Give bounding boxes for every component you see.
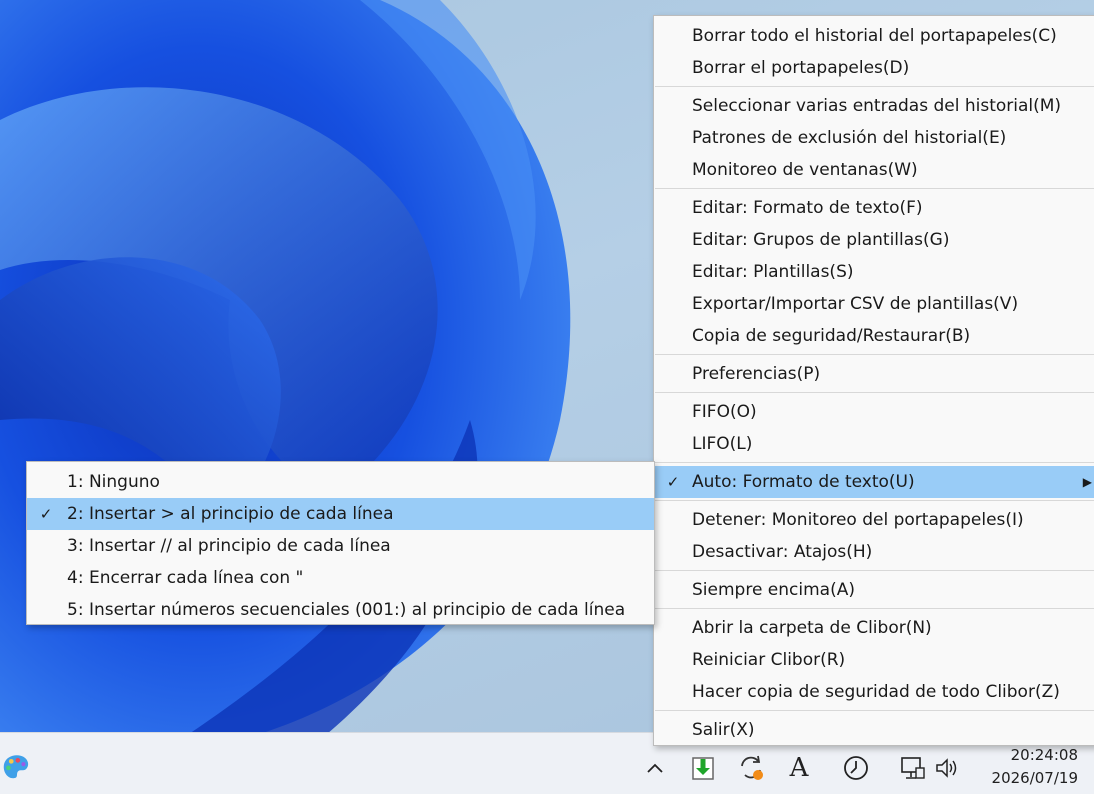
menu-item-label: Borrar el portapapeles(D) [692,58,910,78]
menu-item-label: Exportar/Importar CSV de plantillas(V) [692,294,1019,314]
menu-item-label: Seleccionar varias entradas del historia… [692,96,1062,116]
menu-separator [655,608,1094,609]
submenu-item-2-insertar-al-principio-de-cada-linea[interactable]: ✓ 2: Insertar > al principio de cada líne… [27,498,654,530]
menu-item-copia-de-seguridad-restaurar-b[interactable]: Copia de seguridad/Restaurar(B) [654,320,1094,352]
menu-item-salir-x[interactable]: Salir(X) [654,714,1094,746]
menu-separator [655,462,1094,463]
menu-item-reiniciar-clibor-r[interactable]: Reiniciar Clibor(R) [654,644,1094,676]
clock-date[interactable]: 2026/07/19 [992,769,1078,787]
menu-item-borrar-el-portapapeles-d[interactable]: Borrar el portapapeles(D) [654,52,1094,84]
menu-item-label: Detener: Monitoreo del portapapeles(I) [692,510,1024,530]
clock-time[interactable]: 20:24:08 [1011,746,1078,764]
submenu-item-label: 5: Insertar números secuenciales (001:) … [67,600,626,620]
menu-item-label: Preferencias(P) [692,364,821,384]
menu-item-label: LIFO(L) [692,434,753,454]
menu-separator [655,710,1094,711]
desktop: A 20:24:08 2026/07/19 Borrar todo el his… [0,0,1094,794]
menu-item-borrar-todo-el-historial-del-portapapele[interactable]: Borrar todo el historial del portapapele… [654,20,1094,52]
menu-item-label: Patrones de exclusión del historial(E) [692,128,1007,148]
menu-item-label: Editar: Plantillas(S) [692,262,854,282]
volume-icon[interactable] [932,753,962,783]
menu-separator [655,86,1094,87]
menu-item-lifo-l[interactable]: LIFO(L) [654,428,1094,460]
menu-item-hacer-copia-de-seguridad-de-todo-clibor-[interactable]: Hacer copia de seguridad de todo Clibor(… [654,676,1094,708]
menu-item-preferencias-p[interactable]: Preferencias(P) [654,358,1094,390]
menu-item-label: FIFO(O) [692,402,757,422]
menu-item-editar-plantillas-s[interactable]: Editar: Plantillas(S) [654,256,1094,288]
menu-separator [655,500,1094,501]
menu-item-label: Monitoreo de ventanas(W) [692,160,918,180]
menu-item-detener-monitoreo-del-portapapeles-i[interactable]: Detener: Monitoreo del portapapeles(I) [654,504,1094,536]
submenu-item-5-insertar-numeros-secuenciales-001-al-p[interactable]: 5: Insertar números secuenciales (001:) … [27,594,654,626]
menu-item-label: Abrir la carpeta de Clibor(N) [692,618,932,638]
submenu-item-label: 3: Insertar // al principio de cada líne… [67,536,391,556]
menu-item-abrir-la-carpeta-de-clibor-n[interactable]: Abrir la carpeta de Clibor(N) [654,612,1094,644]
menu-item-label: Salir(X) [692,720,755,740]
font-a-icon[interactable]: A [784,753,814,783]
menu-item-label: Editar: Formato de texto(F) [692,198,923,218]
menu-item-label: Auto: Formato de texto(U) [692,472,915,492]
menu-item-label: Hacer copia de seguridad de todo Clibor(… [692,682,1060,702]
network-icon[interactable] [897,753,927,783]
menu-separator [655,354,1094,355]
menu-item-exportar-importar-csv-de-plantillas-v[interactable]: Exportar/Importar CSV de plantillas(V) [654,288,1094,320]
menu-item-fifo-o[interactable]: FIFO(O) [654,396,1094,428]
submenu-item-label: 4: Encerrar cada línea con " [67,568,304,588]
menu-item-patrones-de-exclusion-del-historial-e[interactable]: Patrones de exclusión del historial(E) [654,122,1094,154]
clock-timer-icon[interactable] [841,753,871,783]
submenu-item-3-insertar-al-principio-de-cada-linea[interactable]: 3: Insertar // al principio de cada líne… [27,530,654,562]
menu-item-desactivar-atajos-h[interactable]: Desactivar: Atajos(H) [654,536,1094,568]
paint-palette-icon[interactable] [0,751,30,781]
check-icon: ✓ [666,473,680,491]
check-icon: ✓ [39,505,53,523]
menu-item-label: Editar: Grupos de plantillas(G) [692,230,950,250]
auto-format-submenu: 1: Ninguno ✓ 2: Insertar > al principio de… [26,461,655,625]
menu-item-editar-formato-de-texto-f[interactable]: Editar: Formato de texto(F) [654,192,1094,224]
clibor-download-icon[interactable] [688,753,718,783]
menu-item-seleccionar-varias-entradas-del-historia[interactable]: Seleccionar varias entradas del historia… [654,90,1094,122]
sync-icon[interactable] [736,753,766,783]
menu-item-editar-grupos-de-plantillas-g[interactable]: Editar: Grupos de plantillas(G) [654,224,1094,256]
clibor-context-menu: Borrar todo el historial del portapapele… [653,15,1094,746]
chevron-up-icon[interactable] [640,753,670,783]
menu-item-siempre-encima-a[interactable]: Siempre encima(A) [654,574,1094,606]
menu-separator [655,392,1094,393]
menu-item-label: Copia de seguridad/Restaurar(B) [692,326,971,346]
submenu-item-4-encerrar-cada-linea-con[interactable]: 4: Encerrar cada línea con " [27,562,654,594]
menu-separator [655,570,1094,571]
menu-item-label: Siempre encima(A) [692,580,855,600]
menu-item-label: Borrar todo el historial del portapapele… [692,26,1057,46]
menu-separator [655,188,1094,189]
menu-item-monitoreo-de-ventanas-w[interactable]: Monitoreo de ventanas(W) [654,154,1094,186]
menu-item-label: Desactivar: Atajos(H) [692,542,873,562]
menu-item-auto-formato-de-texto-u[interactable]: ✓ Auto: Formato de texto(U) ▶ [654,466,1094,498]
submenu-arrow-icon: ▶ [1082,475,1092,489]
submenu-item-label: 1: Ninguno [67,472,160,492]
submenu-item-1-ninguno[interactable]: 1: Ninguno [27,466,654,498]
submenu-item-label: 2: Insertar > al principio de cada línea [67,504,394,524]
menu-item-label: Reiniciar Clibor(R) [692,650,846,670]
